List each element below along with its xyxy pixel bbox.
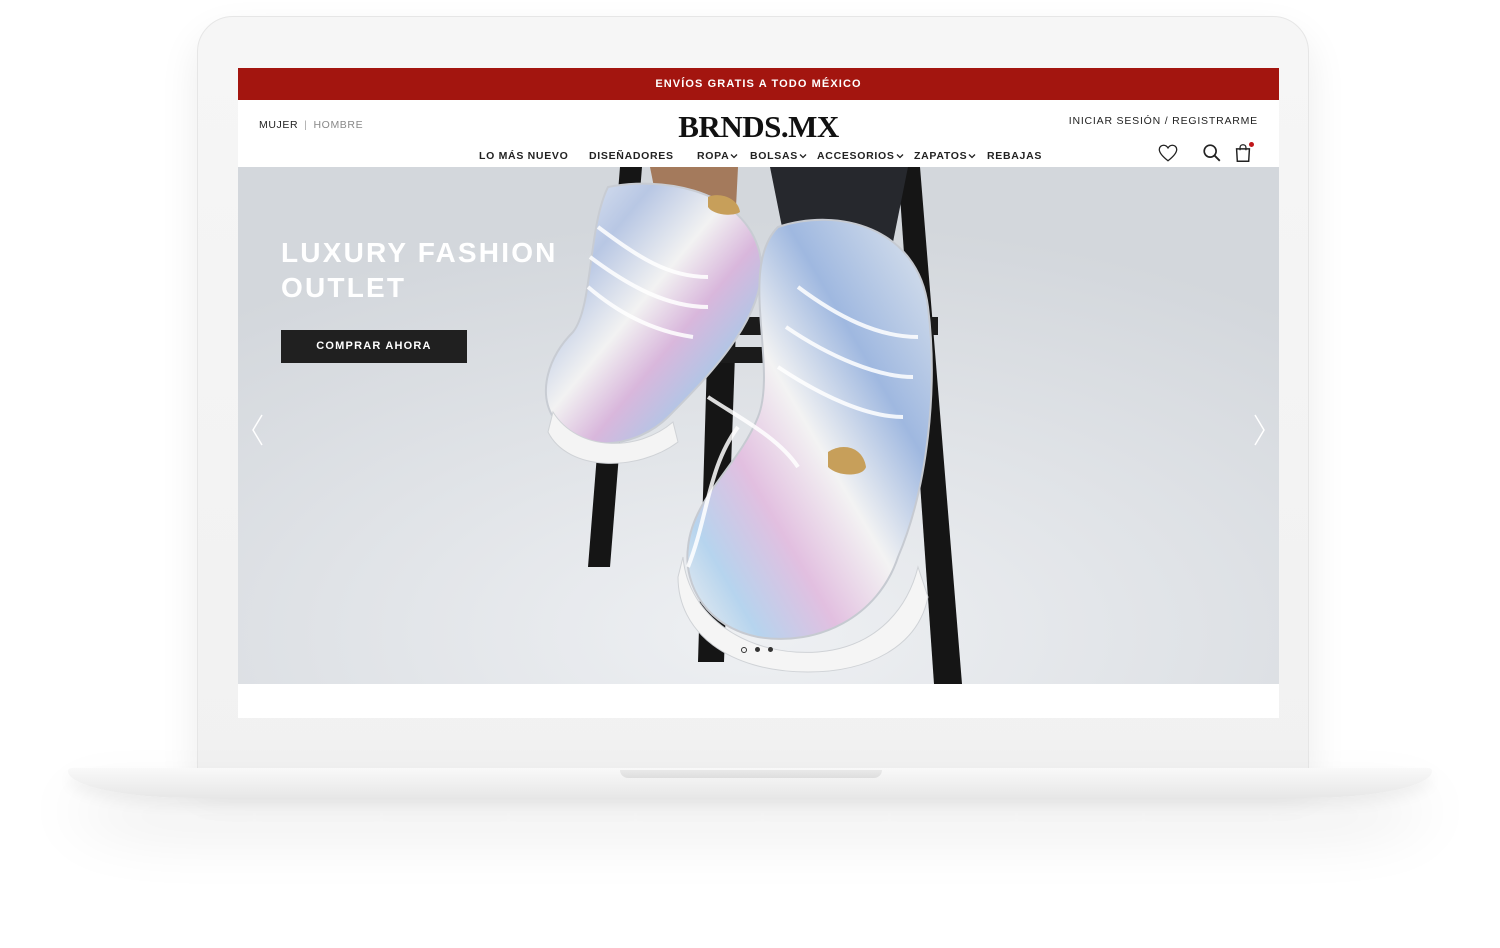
nav-item-label: BOLSAS <box>750 150 798 162</box>
nav-item-sale[interactable]: REBAJAS <box>987 150 1042 162</box>
search-icon[interactable] <box>1201 142 1223 164</box>
site-header: MUJER | HOMBRE BRNDS.MX INICIAR SESIÓN / R… <box>238 100 1279 167</box>
shop-now-button[interactable]: COMPRAR AHORA <box>281 330 467 363</box>
website-screen: ENVÍOS GRATIS A TODO MÉXICO MUJER | HOMBRE… <box>238 68 1279 718</box>
nav-item-clothing[interactable]: ROPA <box>697 150 738 162</box>
nav-item-bags[interactable]: BOLSAS <box>750 150 807 162</box>
laptop-notch <box>620 770 882 778</box>
carousel-dot[interactable] <box>741 646 747 653</box>
nav-item-designers[interactable]: DISEÑADORES <box>589 150 674 162</box>
device-mockup: ENVÍOS GRATIS A TODO MÉXICO MUJER | HOMBRE… <box>0 0 1500 948</box>
nav-item-label: ROPA <box>697 150 730 162</box>
hero-carousel: LUXURY FASHION OUTLET COMPRAR AHORA <box>238 167 1279 684</box>
chevron-down-icon <box>730 154 738 159</box>
hero-title: LUXURY FASHION OUTLET <box>281 237 558 303</box>
login-register-link[interactable]: INICIAR SESIÓN / REGISTRARME <box>1069 115 1258 127</box>
nav-item-label: ACCESORIOS <box>817 150 895 162</box>
chevron-down-icon <box>968 154 976 159</box>
carousel-prev-arrow[interactable] <box>248 412 268 448</box>
nav-item-label: DISEÑADORES <box>589 150 674 162</box>
chevron-down-icon <box>799 154 807 159</box>
nav-item-label: ZAPATOS <box>914 150 968 162</box>
heart-icon[interactable] <box>1157 142 1179 164</box>
cart-button[interactable] <box>1232 142 1254 164</box>
nav-item-label: LO MÁS NUEVO <box>479 150 569 162</box>
carousel-indicators <box>741 641 781 653</box>
nav-item-new[interactable]: LO MÁS NUEVO <box>479 150 569 162</box>
promo-banner: ENVÍOS GRATIS A TODO MÉXICO <box>238 68 1279 100</box>
nav-item-label: REBAJAS <box>987 150 1043 162</box>
nav-item-shoes[interactable]: ZAPATOS <box>914 150 976 162</box>
cart-notification-dot <box>1249 142 1254 147</box>
carousel-next-arrow[interactable] <box>1249 412 1269 448</box>
main-navigation: LO MÁS NUEVO DISEÑADORES ROPA BOLSAS ACC… <box>238 150 1279 166</box>
chevron-down-icon <box>896 154 904 159</box>
promo-text: ENVÍOS GRATIS A TODO MÉXICO <box>655 78 862 90</box>
nav-item-accessories[interactable]: ACCESORIOS <box>817 150 904 162</box>
